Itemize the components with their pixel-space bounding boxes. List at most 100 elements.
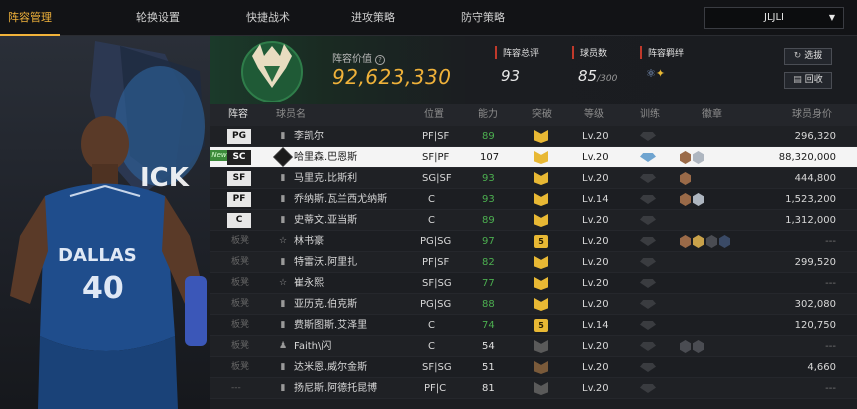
player-position: PF|SF — [422, 257, 450, 268]
player-name: 哈里森.巴恩斯 — [294, 152, 358, 163]
col-level[interactable]: 等级 — [584, 104, 604, 126]
slot-bench: 板凳 — [231, 299, 250, 309]
bond-icon: ⚛ — [646, 67, 656, 80]
training-gem-icon — [640, 279, 656, 288]
player-name: 达米恩.威尔金斯 — [294, 362, 368, 373]
stats-icon: ▮ — [280, 299, 286, 309]
col-breakthrough[interactable]: 突破 — [532, 104, 552, 126]
player-position: PF|C — [424, 383, 447, 394]
player-name: 林书豪 — [294, 236, 324, 247]
player-position: C — [428, 341, 435, 352]
player-position: SG|SF — [422, 173, 452, 184]
player-level: Lv.20 — [582, 215, 609, 226]
training-gem-icon — [640, 195, 656, 204]
player-ability: 97 — [482, 236, 495, 247]
tab-offense[interactable]: 进攻策略 — [343, 0, 403, 36]
slot-bench: 板凳 — [231, 257, 250, 267]
training-gem-icon — [640, 363, 656, 372]
table-row[interactable]: 板凳 ♟ Faith\闪 C 54 Lv.20 --- — [210, 336, 857, 357]
lineup-value: 92,623,330 — [332, 65, 452, 89]
table-row[interactable]: PG ▮ 李凯尔 PF|SF 89 Lv.20 296,320 — [210, 126, 857, 147]
help-icon[interactable]: ? — [375, 55, 385, 65]
team-select[interactable]: JLJLI ▼ — [704, 7, 844, 29]
player-name: 费斯图斯.艾泽里 — [294, 320, 368, 331]
player-salary: --- — [825, 383, 836, 394]
badge-icon — [693, 151, 704, 164]
stats-icon: ▮ — [280, 362, 286, 372]
jersey-number: 40 — [82, 271, 124, 306]
col-salary[interactable]: 球员身价 — [792, 104, 832, 126]
table-row[interactable]: 板凳 ☆ 林书豪 PG|SG 97 5 Lv.20 --- — [210, 231, 857, 252]
badge-icon — [680, 151, 691, 164]
star-icon: ☆ — [278, 236, 288, 246]
bond-icons[interactable]: ⚛✦ — [640, 67, 684, 80]
col-name[interactable]: 球员名 — [276, 104, 306, 126]
table-row[interactable]: SF ▮ 马里克.比斯利 SG|SF 93 Lv.20 444,800 — [210, 168, 857, 189]
col-ability[interactable]: 能力 — [478, 104, 498, 126]
table-row[interactable]: C ▮ 史蒂文.亚当斯 C 89 Lv.20 1,312,000 — [210, 210, 857, 231]
table-row[interactable]: 板凳 ▮ 达米恩.威尔金斯 SF|SG 51 Lv.20 4,660 — [210, 357, 857, 378]
table-row[interactable]: 板凳 ▮ 特雷沃.阿里扎 PF|SF 82 Lv.20 299,520 — [210, 252, 857, 273]
stats-icon: ▮ — [280, 173, 286, 183]
table-row[interactable]: --- ▮ 扬尼斯.阿德托昆博 PF|C 81 Lv.20 --- — [210, 378, 857, 399]
training-gem-icon — [640, 321, 656, 330]
player-level: Lv.20 — [582, 278, 609, 289]
table-row[interactable]: 板凳 ▮ 费斯图斯.艾泽里 C 74 5 Lv.14 120,750 — [210, 315, 857, 336]
breakthrough-level-icon: 5 — [534, 319, 548, 332]
badge-icon — [680, 340, 691, 353]
col-lineup[interactable]: 阵容 — [228, 104, 248, 126]
tab-lineup[interactable]: 阵容管理 — [0, 0, 60, 36]
slot-badge: SC — [227, 150, 251, 165]
player-ability: 93 — [482, 194, 495, 205]
player-position: SF|SG — [422, 278, 452, 289]
crown-icon — [534, 130, 548, 143]
tab-rotation[interactable]: 轮换设置 — [128, 0, 188, 36]
player-ability: 54 — [482, 341, 495, 352]
crown-icon — [534, 298, 548, 311]
badge-icon — [680, 235, 691, 248]
table-header: 阵容 球员名 位置 能力 突破 等级 训练 徽章 球员身价 — [210, 104, 857, 126]
select-button[interactable]: ↻ 选拔 — [784, 48, 832, 65]
table-row[interactable]: 板凳 ▮ 亚历克.伯克斯 PG|SG 88 Lv.20 302,080 — [210, 294, 857, 315]
player-ability: 89 — [482, 215, 495, 226]
stats-icon: ▮ — [280, 131, 286, 141]
player-name: 乔纳斯.瓦兰西尤纳斯 — [294, 194, 388, 205]
crown-icon — [534, 214, 548, 227]
player-salary: 4,660 — [807, 362, 836, 373]
player-level: Lv.20 — [582, 152, 609, 163]
player-position: SF|SG — [422, 362, 452, 373]
stats-icon: ▮ — [280, 320, 286, 330]
stat-rating: 阵容总评 93 — [495, 46, 539, 85]
player-salary: 302,080 — [794, 299, 836, 310]
crown-icon — [534, 340, 548, 353]
table-row[interactable]: 板凳 ☆ 崔永熙 SF|SG 77 Lv.20 --- — [210, 273, 857, 294]
tab-quick-tactics[interactable]: 快捷战术 — [238, 0, 298, 36]
training-gem-icon — [640, 216, 656, 225]
slot-badge: SF — [227, 171, 251, 186]
crown-icon — [534, 256, 548, 269]
player-level: Lv.20 — [582, 362, 609, 373]
player-salary: --- — [825, 236, 836, 247]
table-row[interactable]: PF ▮ 乔纳斯.瓦兰西尤纳斯 C 93 Lv.14 1,523,200 — [210, 189, 857, 210]
player-ability: 107 — [480, 152, 500, 163]
person-icon: ♟ — [278, 341, 288, 351]
crown-icon — [534, 193, 548, 206]
player-level: Lv.14 — [582, 320, 609, 331]
badge-icon — [680, 193, 691, 206]
player-salary: 1,312,000 — [785, 215, 836, 226]
col-badges[interactable]: 徽章 — [702, 104, 722, 126]
player-level: Lv.20 — [582, 299, 609, 310]
player-name: 马里克.比斯利 — [294, 173, 358, 184]
recall-button[interactable]: ▤ 回收 — [784, 72, 832, 89]
player-salary: 88,320,000 — [778, 152, 836, 163]
stat-bonds: 阵容羁绊 ⚛✦ — [640, 46, 684, 80]
crown-icon — [534, 361, 548, 374]
player-ability: 51 — [482, 362, 495, 373]
table-row-selected[interactable]: New SC 哈里森.巴恩斯 SF|PF 107 Lv.20 88,320,00… — [210, 147, 857, 168]
col-position[interactable]: 位置 — [424, 104, 444, 126]
slot-badge: PF — [227, 192, 251, 207]
col-training[interactable]: 训练 — [640, 104, 660, 126]
player-position: C — [428, 194, 435, 205]
tab-defense[interactable]: 防守策略 — [453, 0, 513, 36]
document-icon: ▤ — [793, 75, 802, 85]
